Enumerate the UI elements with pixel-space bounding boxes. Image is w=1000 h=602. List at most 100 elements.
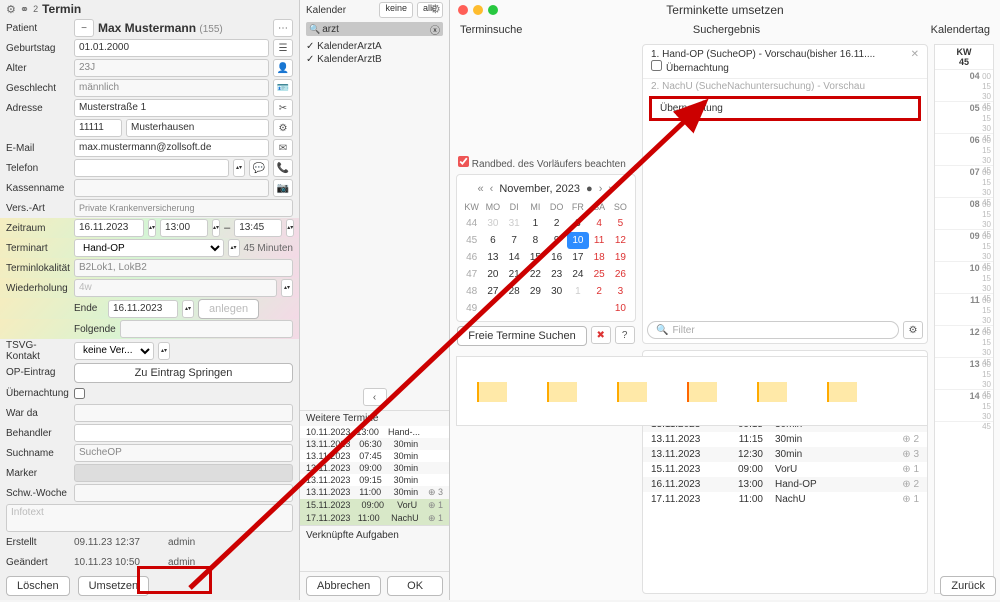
kassen-field (74, 179, 269, 197)
op-label: OP-Eintrag (6, 367, 70, 378)
collapse-icon[interactable]: ‹ (363, 388, 387, 406)
tsvg-stepper[interactable]: ▴▾ (158, 342, 170, 360)
ende-field[interactable]: 16.11.2023 (108, 300, 178, 318)
date-field[interactable]: 16.11.2023 (74, 219, 144, 237)
city-field[interactable]: Musterhausen (126, 119, 269, 137)
delete-button[interactable]: Löschen (6, 576, 70, 596)
tools-icon[interactable]: ✂ (273, 99, 293, 117)
schw-field (74, 484, 293, 502)
day-column: KW45 04 0015304505 0015304506 0015304507… (934, 44, 994, 594)
patient-termin-row[interactable]: 17.11.202311:00NachU⊕ 1 (643, 492, 927, 507)
mail-icon[interactable]: ✉ (273, 139, 293, 157)
filter-input[interactable]: Filter (647, 321, 899, 339)
behandler-field[interactable] (74, 424, 293, 442)
terminart-select[interactable]: Hand-OP (74, 239, 224, 257)
patient-collapse-icon[interactable]: − (74, 19, 94, 37)
anlegen-button[interactable]: anlegen (198, 299, 259, 319)
birthday-field[interactable]: 01.01.2000 (74, 39, 269, 57)
infotext-field[interactable]: Infotext (6, 504, 293, 532)
randbed-checkbox[interactable] (458, 156, 469, 167)
ok-button[interactable]: OK (387, 576, 443, 596)
patient-termin-row[interactable]: 16.11.202313:00Hand-OP⊕ 2 (643, 477, 927, 492)
op-jump-button[interactable]: Zu Eintrag Springen (74, 363, 293, 383)
close-icon[interactable] (458, 5, 468, 15)
cancel-button[interactable]: Abbrechen (306, 576, 381, 596)
weitere-termine-label: Weitere Termine (300, 410, 449, 426)
sms-icon[interactable]: 💬 (249, 159, 269, 177)
weitere-termine-row[interactable]: 10.11.202313:00Hand-... (300, 426, 449, 438)
email-field[interactable]: max.mustermann@zollsoft.de (74, 139, 269, 157)
freie-termine-button[interactable]: Freie Termine Suchen (457, 326, 586, 346)
patient-termin-row[interactable]: 13.11.202312:3030min⊕ 3 (643, 447, 927, 462)
mini-calendar[interactable]: KWMODIMIDOFRSASO443031123454567891011124… (461, 199, 631, 317)
time-from[interactable]: 13:00 (160, 219, 208, 237)
date-stepper[interactable]: ▴▾ (148, 219, 156, 237)
to-stepper[interactable]: ▴▾ (286, 219, 294, 237)
warda-label: War da (6, 408, 70, 419)
minimize-icon[interactable] (473, 5, 483, 15)
weitere-termine-row[interactable]: 17.11.202311:00NachU⊕ 1 (300, 512, 449, 525)
search-result-1[interactable]: 1. Hand-OP (SucheOP) - Vorschau(bisher 1… (643, 45, 927, 79)
uebernachtung-highlight[interactable]: Übernachtung (649, 96, 921, 121)
cal-prev-year-icon[interactable]: « (478, 183, 484, 195)
id-icon[interactable]: 🪪 (273, 79, 293, 97)
versart-label: Vers.-Art (6, 203, 70, 214)
sex-field: männlich (74, 79, 269, 97)
help-icon[interactable]: ? (615, 326, 635, 344)
zip-field[interactable]: 11111 (74, 119, 122, 137)
kalender-search[interactable]: arztⓧ (306, 22, 443, 36)
terminart-stepper[interactable]: ▴▾ (228, 239, 240, 257)
cal-next-year-icon[interactable]: » (608, 183, 614, 195)
patient-termin-row[interactable]: 13.11.202311:1530min⊕ 2 (643, 432, 927, 447)
terminart-label: Terminart (6, 243, 70, 254)
uebernachtung-checkbox[interactable] (74, 388, 85, 399)
cal-today-icon[interactable]: ● (586, 183, 593, 195)
uebernachtung-label: Übernachtung (6, 388, 70, 399)
weitere-termine-row[interactable]: 13.11.202309:0030min (300, 462, 449, 474)
settings-icon[interactable]: ⚙ (273, 119, 293, 137)
address-label: Adresse (6, 103, 70, 114)
weitere-termine-row[interactable]: 13.11.202311:0030min⊕ 3 (300, 486, 449, 499)
phone-stepper[interactable]: ▴▾ (233, 159, 245, 177)
weitere-termine-row[interactable]: 13.11.202306:3030min (300, 438, 449, 450)
weitere-termine-row[interactable]: 15.11.202309:00VorU⊕ 1 (300, 499, 449, 512)
street-field[interactable]: Musterstraße 1 (74, 99, 269, 117)
maximize-icon[interactable] (488, 5, 498, 15)
patient-action-icon[interactable]: ⋯ (273, 19, 293, 37)
birthday-icon[interactable]: ☰ (273, 39, 293, 57)
filter-settings-icon[interactable]: ⚙ (903, 321, 923, 339)
weitere-termine-row[interactable]: 13.11.202307:4530min (300, 450, 449, 462)
phone-field[interactable] (74, 159, 229, 177)
camera-icon[interactable]: 📷 (273, 179, 293, 197)
lokal-label: Terminlokalität (6, 263, 70, 274)
call-icon[interactable]: 📞 (273, 159, 293, 177)
marker-field[interactable] (74, 464, 293, 482)
weitere-termine-row[interactable]: 13.11.202309:1530min (300, 474, 449, 486)
patient-termin-row[interactable]: 15.11.202309:00VorU⊕ 1 (643, 462, 927, 477)
tsvg-select[interactable]: keine Ver... (74, 342, 154, 360)
kalender-list[interactable]: ✓ KalenderArztA ✓ KalenderArztB (300, 38, 449, 68)
tab-kalendertag[interactable]: Kalendertag (931, 22, 990, 38)
zeitraum-label: Zeitraum (6, 223, 70, 234)
wdh-field: 4w (74, 279, 277, 297)
user-icon[interactable]: 👤 (273, 59, 293, 77)
sex-label: Geschlecht (6, 83, 70, 94)
time-to[interactable]: 13:45 (234, 219, 282, 237)
suchname-label: Suchname (6, 448, 70, 459)
behandler-label: Behandler (6, 428, 70, 439)
tsvg-label: TSVG-Kontakt (6, 340, 70, 362)
cal-next-month-icon[interactable]: › (599, 183, 603, 195)
keine-button[interactable]: keine (379, 2, 413, 18)
result1-checkbox[interactable] (651, 60, 662, 71)
cal-prev-month-icon[interactable]: ‹ (490, 183, 494, 195)
from-stepper[interactable]: ▴▾ (212, 219, 220, 237)
ende-stepper[interactable]: ▴▾ (182, 300, 194, 318)
tab-suchergebnis[interactable]: Suchergebnis (693, 22, 760, 38)
back-button[interactable]: Zurück (940, 576, 996, 596)
gear-icon[interactable]: ⚙ (6, 3, 16, 16)
umsetzen-button[interactable]: Umsetzen (78, 576, 150, 596)
gear-top-icon[interactable]: ⚙ (430, 2, 441, 16)
tab-terminsuche[interactable]: Terminsuche (460, 22, 522, 38)
clear-icon[interactable]: ✖ (591, 326, 611, 344)
wdh-stepper[interactable]: ▴▾ (281, 279, 293, 297)
